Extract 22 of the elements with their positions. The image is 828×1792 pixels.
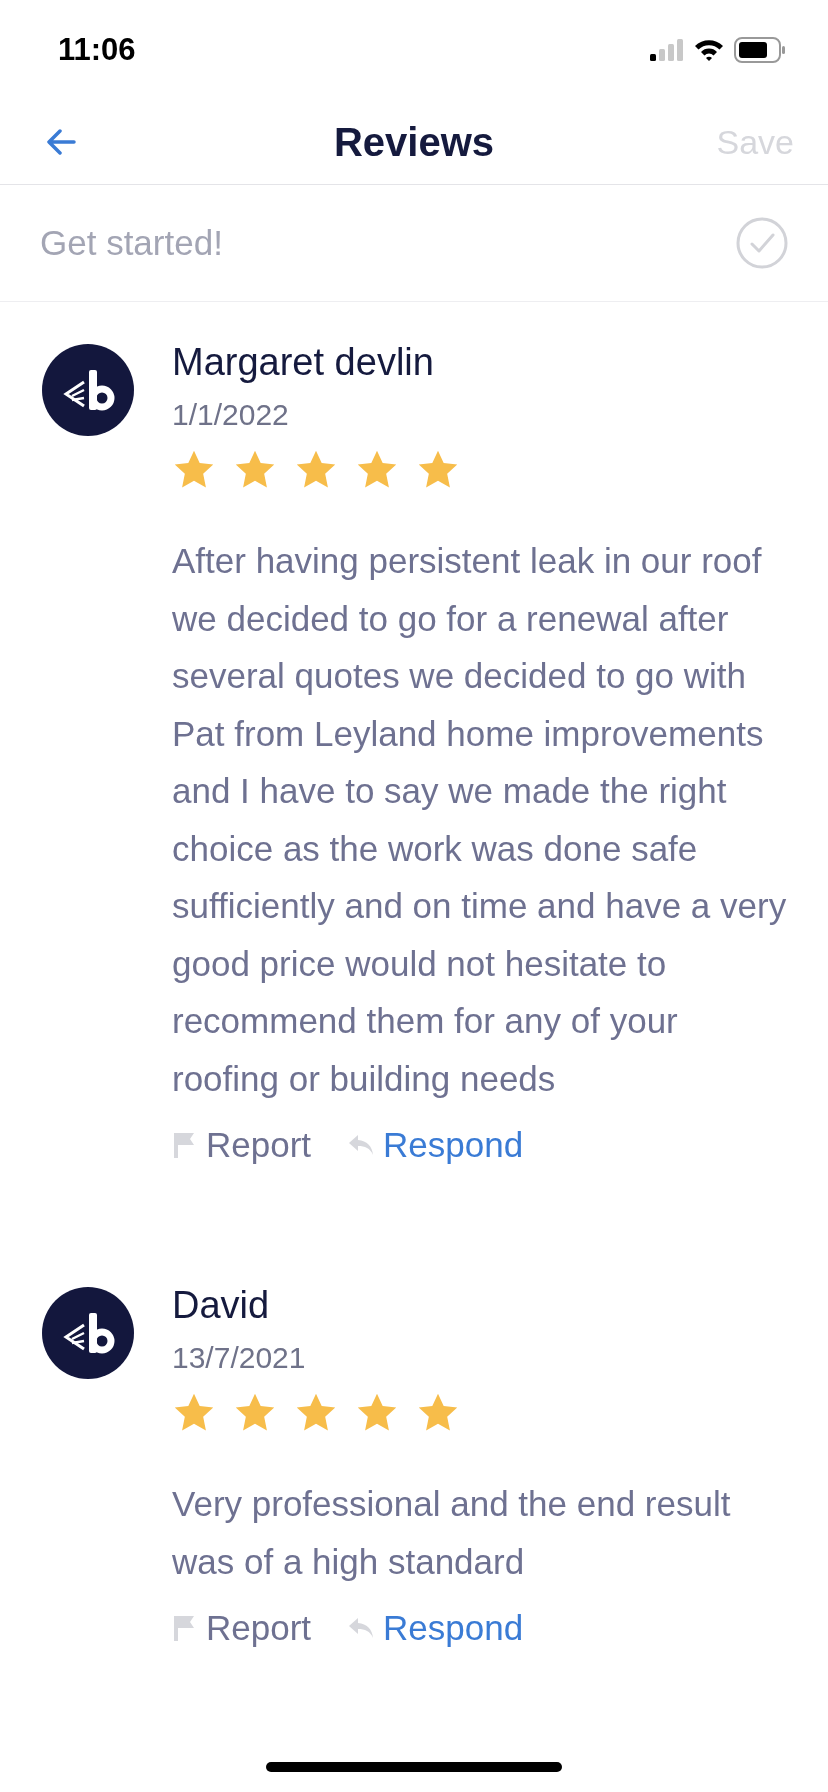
review-date: 13/7/2021 xyxy=(172,1341,307,1375)
signal-icon xyxy=(650,39,684,61)
check-circle-icon[interactable] xyxy=(736,217,788,269)
page-title: Reviews xyxy=(333,119,495,165)
wifi-icon xyxy=(694,39,724,61)
battery-icon xyxy=(734,37,786,63)
get-started-label: Get started! xyxy=(40,223,223,263)
status-time: 11:06 xyxy=(58,32,136,68)
respond-button[interactable]: Respond xyxy=(347,1608,524,1648)
reviewer-name: David xyxy=(172,1283,271,1328)
review-text: Very professional and the end result was of a high standard xyxy=(172,1483,732,1583)
report-button[interactable]: Report xyxy=(172,1125,312,1165)
review-date: 1/1/2022 xyxy=(172,398,290,432)
avatar-logo-icon xyxy=(42,344,134,436)
respond-button[interactable]: Respond xyxy=(347,1125,524,1165)
reviewer-name: Margaret devlin xyxy=(172,340,435,385)
reply-arrow-icon xyxy=(347,1616,376,1640)
review-text: After having persistent leak in our roof we decided to go for a renewal after several quotes we decided to go with Pat from Leyland home improvements and I have to say we made the right choice as the work was done safe sufficiently and on time and have a very good price would not hesitate to recommend them for any of your roofing or building needs xyxy=(172,540,788,1100)
report-button[interactable]: Report xyxy=(172,1608,312,1648)
back-arrow-icon[interactable] xyxy=(46,129,76,155)
avatar-logo-icon xyxy=(42,1287,134,1379)
reply-arrow-icon xyxy=(347,1133,376,1157)
